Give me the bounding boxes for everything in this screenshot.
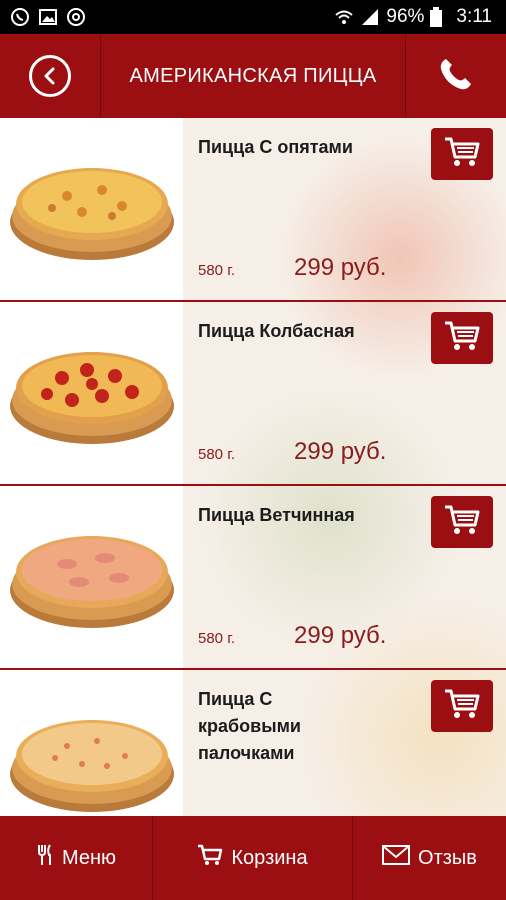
product-price: 299 руб. bbox=[294, 438, 387, 465]
whatsapp-icon bbox=[10, 7, 30, 27]
notification-icons bbox=[0, 7, 86, 27]
add-to-cart-button[interactable] bbox=[431, 680, 493, 732]
product-weight: 580 г. bbox=[198, 630, 236, 647]
back-arrow-icon bbox=[29, 55, 71, 97]
pizza-image[interactable] bbox=[0, 670, 183, 816]
list-item[interactable]: Пицца Колбасная 580 г. 299 руб. bbox=[0, 302, 506, 486]
product-list[interactable]: Пицца С опятами 580 г. 299 руб. Пицца Ко… bbox=[0, 118, 506, 816]
nav-cart[interactable]: Корзина bbox=[153, 816, 353, 900]
product-weight: 580 г. bbox=[198, 446, 236, 463]
system-status: 96% 3:11 bbox=[334, 6, 506, 28]
list-item[interactable]: Пицца С крабовыми палочками bbox=[0, 670, 506, 816]
product-price: 299 руб. bbox=[294, 254, 387, 281]
product-name[interactable]: Пицца Ветчинная bbox=[198, 502, 418, 529]
cart-icon bbox=[443, 319, 481, 358]
pizza-image[interactable] bbox=[0, 486, 183, 668]
product-name[interactable]: Пицца С крабовыми палочками bbox=[198, 686, 348, 767]
back-button[interactable] bbox=[0, 34, 101, 118]
call-button[interactable] bbox=[405, 34, 506, 118]
cart-icon bbox=[443, 503, 481, 542]
nav-cart-label: Корзина bbox=[231, 846, 308, 869]
nav-menu-label: Меню bbox=[61, 846, 117, 869]
phone-icon bbox=[435, 53, 477, 100]
app-header: АМЕРИКАНСКАЯ ПИЦЦА bbox=[0, 34, 506, 118]
page-title: АМЕРИКАНСКАЯ ПИЦЦА bbox=[129, 64, 377, 87]
cutlery-icon bbox=[36, 843, 54, 873]
product-price: 299 руб. bbox=[294, 622, 387, 649]
cart-icon bbox=[443, 687, 481, 726]
envelope-icon bbox=[382, 845, 411, 871]
list-item[interactable]: Пицца С опятами 580 г. 299 руб. bbox=[0, 118, 506, 302]
nav-menu[interactable]: Меню bbox=[0, 816, 153, 900]
status-bar: 96% 3:11 bbox=[0, 0, 506, 34]
cart-icon bbox=[197, 843, 223, 873]
battery-percent: 96% bbox=[386, 6, 425, 27]
bottom-nav: Меню Корзина Отзыв bbox=[0, 816, 506, 900]
add-to-cart-button[interactable] bbox=[431, 312, 493, 364]
image-icon bbox=[38, 7, 58, 27]
pizza-image[interactable] bbox=[0, 302, 183, 484]
app-screen: 96% 3:11 АМЕРИКАНСКАЯ ПИЦЦА Пицца С опят… bbox=[0, 0, 506, 900]
product-name[interactable]: Пицца С опятами bbox=[198, 134, 418, 161]
nav-review[interactable]: Отзыв bbox=[353, 816, 506, 900]
battery-icon bbox=[430, 7, 450, 27]
product-name[interactable]: Пицца Колбасная bbox=[198, 318, 418, 345]
list-item[interactable]: Пицца Ветчинная 580 г. 299 руб. bbox=[0, 486, 506, 670]
clock: 3:11 bbox=[456, 6, 492, 27]
pizza-image[interactable] bbox=[0, 118, 183, 300]
nav-review-label: Отзыв bbox=[418, 846, 477, 869]
product-weight: 580 г. bbox=[198, 262, 236, 279]
add-to-cart-button[interactable] bbox=[431, 496, 493, 548]
at-icon bbox=[66, 7, 86, 27]
cart-icon bbox=[443, 135, 481, 174]
wifi-icon bbox=[334, 7, 354, 27]
signal-icon bbox=[360, 7, 380, 27]
add-to-cart-button[interactable] bbox=[431, 128, 493, 180]
